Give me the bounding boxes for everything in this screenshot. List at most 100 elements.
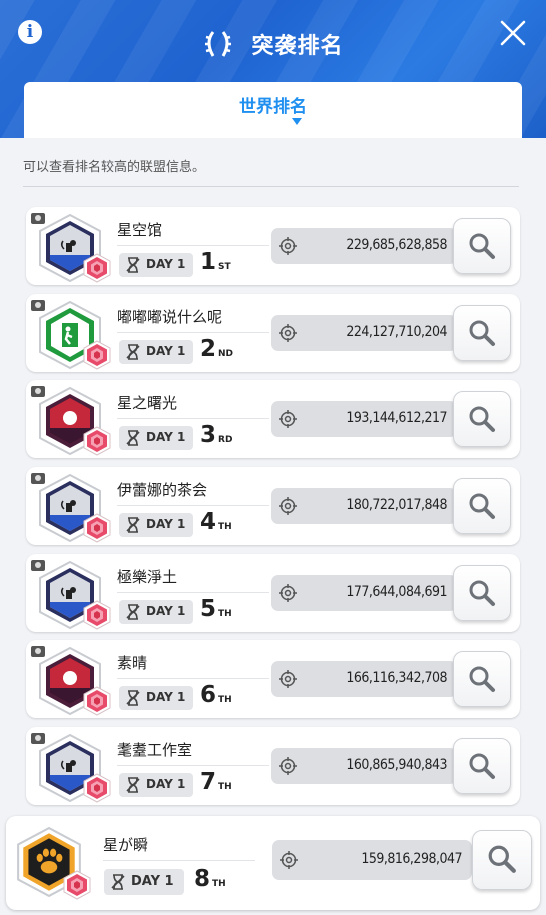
score-box: 177,644,084,691 [271,575,457,611]
rank-badge-icon [82,426,112,456]
score-value: 166,116,342,708 [346,670,447,686]
search-button[interactable] [453,478,511,534]
score-value: 224,127,710,204 [346,324,447,340]
search-button[interactable] [453,391,511,447]
hourglass-icon [125,344,141,360]
name-underline [117,245,269,246]
rank-suffix: TH [218,609,232,619]
search-button[interactable] [453,738,511,794]
ranking-row[interactable]: 耄耋工作室 DAY 1 7 TH 160,865,940,843 [26,727,520,805]
target-icon [280,851,298,869]
score-value: 193,144,612,217 [346,410,447,426]
rank-value: 5 [200,596,217,622]
ranking-row[interactable]: 嘟嘟嘟说什么呢 DAY 1 2 ND 224,127,710,204 [26,294,520,372]
rank-suffix: ND [218,349,234,359]
close-icon[interactable] [498,18,528,48]
hourglass-icon [125,257,141,273]
name-underline [117,592,269,593]
score-box: 180,722,017,848 [271,488,457,524]
search-icon [468,665,496,693]
search-icon [468,232,496,260]
day-pill: DAY 1 [119,426,193,450]
hourglass-icon [110,874,126,890]
target-icon [279,497,297,515]
target-icon [279,410,297,428]
score-value: 180,722,017,848 [346,497,447,513]
rank-suffix: TH [218,782,232,792]
target-icon [279,757,297,775]
divider [23,186,519,187]
day-pill: DAY 1 [119,600,193,624]
search-button[interactable] [453,305,511,361]
alliance-name: 耄耋工作室 [117,741,193,759]
target-icon [279,237,297,255]
score-box: 160,865,940,843 [271,748,457,784]
ranking-panel: 可以查看排名较高的联盟信息。 星空馆 DAY 1 1 ST 229,685,628… [0,138,546,915]
alliance-name: 素晴 [117,654,148,672]
ranking-row[interactable]: 星空馆 DAY 1 1 ST 229,685,628,858 [26,207,520,285]
name-underline [117,505,269,506]
search-button[interactable] [453,218,511,274]
search-icon [468,319,496,347]
target-icon [279,324,297,342]
search-button[interactable] [472,830,532,890]
score-box: 159,816,298,047 [272,840,472,880]
rank-badge-icon [82,340,112,370]
name-underline [117,332,269,333]
title-group: 突袭排名 [0,28,546,60]
rank-badge-icon [82,773,112,803]
search-icon [468,579,496,607]
day-pill: DAY 1 [119,513,193,537]
day-pill: DAY 1 [119,686,193,710]
score-value: 160,865,940,843 [346,757,447,773]
score-box: 224,127,710,204 [271,315,457,351]
name-underline [117,765,269,766]
own-alliance-row[interactable]: 星が瞬 DAY 1 8 TH 159,816,298,047 [6,816,540,910]
rank-number: 2 ND [200,336,233,362]
rank-badge-icon [82,600,112,630]
score-value: 159,816,298,047 [361,851,462,867]
rank-value: 2 [200,336,217,362]
search-icon [487,844,517,874]
score-box: 229,685,628,858 [271,228,457,264]
rank-number: 5 TH [200,596,232,622]
description-text: 可以查看排名较高的联盟信息。 [23,160,206,175]
day-pill: DAY 1 [119,773,193,797]
rank-badge-icon [82,686,112,716]
tab-world-ranking[interactable]: 世界排名 [24,82,522,140]
alliance-name: 星が瞬 [103,836,149,854]
rank-value: 7 [200,769,217,795]
alliance-name: 嘟嘟嘟说什么呢 [117,308,223,326]
hourglass-icon [125,430,141,446]
rank-number: 4 TH [200,509,232,535]
name-underline [117,418,269,419]
search-button[interactable] [453,651,511,707]
ranking-row[interactable]: 素晴 DAY 1 6 TH 166,116,342,708 [26,640,520,718]
search-button[interactable] [453,565,511,621]
day-label: DAY 1 [146,344,186,358]
alliance-name: 星空馆 [117,221,163,239]
ranking-row[interactable]: 極樂淨土 DAY 1 5 TH 177,644,084,691 [26,554,520,632]
rank-value: 6 [200,682,217,708]
caret-down-icon [292,118,302,125]
score-value: 177,644,084,691 [346,584,447,600]
rank-number: 1 ST [200,249,231,275]
day-pill: DAY 1 [104,869,184,895]
rank-suffix: ST [218,262,231,272]
day-label: DAY 1 [146,517,186,531]
name-underline [117,678,269,679]
score-box: 166,116,342,708 [271,661,457,697]
rank-badge-icon [62,870,92,900]
ranking-row[interactable]: 星之曙光 DAY 1 3 RD 193,144,612,217 [26,380,520,458]
ranking-row[interactable]: 伊蕾娜的茶会 DAY 1 4 TH 180,722,017,848 [26,467,520,545]
day-label: DAY 1 [131,874,174,889]
search-icon [468,405,496,433]
alliance-name: 伊蕾娜的茶会 [117,481,208,499]
day-label: DAY 1 [146,257,186,271]
rank-number: 7 TH [200,769,232,795]
rank-suffix: TH [212,879,226,889]
target-icon [279,670,297,688]
score-box: 193,144,612,217 [271,401,457,437]
hourglass-icon [125,690,141,706]
laurel-icon [205,31,232,57]
